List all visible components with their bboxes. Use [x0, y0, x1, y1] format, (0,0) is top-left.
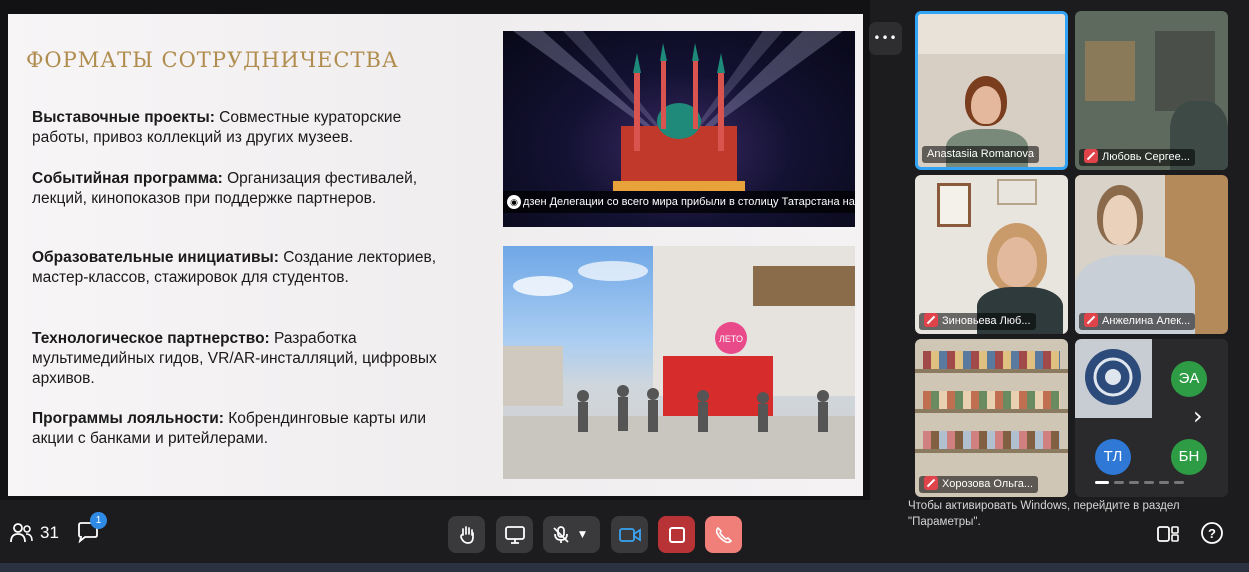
slide-title: ФОРМАТЫ СОТРУДНИЧЕСТВА [26, 48, 399, 72]
wall-frame [997, 179, 1037, 205]
dzen-logo-icon: ◉ [507, 195, 521, 210]
windows-activation-watermark: Чтобы активировать Windows, перейдите в … [908, 498, 1208, 530]
participant-name: Анжелина Алек... [1079, 313, 1196, 330]
format-label: Технологическое партнерство: [32, 330, 270, 347]
share-screen-button[interactable] [496, 516, 533, 553]
wall-frame [937, 183, 971, 227]
shelf-board [915, 449, 1068, 453]
stop-recording-button[interactable] [658, 516, 695, 553]
page-dot [1114, 481, 1124, 484]
shared-screen: ФОРМАТЫ СОТРУДНИЧЕСТВА Выставочные проек… [0, 0, 870, 500]
participant-name-text: Зиновьева Люб... [942, 315, 1031, 327]
participants-count: 31 [40, 523, 59, 542]
festival-photo: ЛЕТО [503, 246, 855, 479]
logo-thumbnail-icon [1085, 349, 1141, 405]
leave-call-button[interactable] [705, 516, 742, 553]
avatar-tile: ЭА ТЛ БН › [1075, 339, 1228, 497]
participant-face [971, 86, 1001, 124]
dolls-row [923, 351, 1060, 369]
participant-name: Любовь Сергее... [1079, 149, 1195, 166]
participant-tile[interactable]: Любовь Сергее... [1075, 11, 1228, 170]
mic-off-icon [1084, 149, 1098, 164]
chat-badge: 1 [90, 512, 107, 529]
mic-muted-icon [553, 525, 569, 543]
hand-icon [459, 525, 474, 544]
participant-avatar[interactable]: БН [1171, 439, 1207, 475]
mic-off-icon [1084, 313, 1098, 328]
photo-caption: ◉ дзен Делегации со всего мира прибыли в … [503, 191, 855, 213]
participants-button[interactable]: 31 [10, 522, 59, 544]
mic-off-icon [924, 313, 938, 328]
caption-source: дзен [523, 196, 547, 208]
format-item: Выставочные проекты: Совместные кураторс… [32, 108, 442, 148]
phone-hangup-icon [715, 526, 732, 543]
presentation-slide: ФОРМАТЫ СОТРУДНИЧЕСТВА Выставочные проек… [8, 14, 863, 496]
chevron-down-icon[interactable]: ▼ [579, 530, 586, 540]
dolls-row [923, 431, 1060, 449]
participant-name-text: Хорозова Ольга... [942, 478, 1034, 490]
shelf-board [915, 409, 1068, 413]
people-icon [10, 523, 33, 543]
format-label: Выставочные проекты: [32, 109, 215, 126]
more-options-button[interactable]: ••• [869, 22, 902, 55]
more-icon: ••• [873, 31, 898, 45]
activation-line: Чтобы активировать Windows, перейдите в … [908, 500, 1180, 512]
participant-tile[interactable]: Anastasiia Romanova [915, 11, 1068, 170]
festival-illustration: ЛЕТО [503, 246, 855, 479]
page-dot [1095, 481, 1109, 484]
participant-name: Хорозова Ольга... [919, 476, 1039, 493]
screen-icon [504, 525, 525, 544]
participant-avatar[interactable]: ЭА [1171, 361, 1207, 397]
format-label: Программы лояльности: [32, 410, 224, 427]
page-dot [1129, 481, 1139, 484]
format-label: Образовательные инициативы: [32, 249, 279, 266]
microphone-button[interactable]: ▼ [543, 516, 600, 553]
format-item: Событийная программа: Организация фестив… [32, 169, 442, 209]
participant-thumbnail[interactable] [1075, 339, 1152, 418]
participant-tile[interactable]: Анжелина Алек... [1075, 175, 1228, 334]
dolls-row [923, 391, 1060, 409]
chat-button[interactable]: 1 [76, 512, 107, 544]
format-item: Образовательные инициативы: Создание лек… [32, 248, 442, 288]
format-item: Технологическое партнерство: Разработка … [32, 329, 442, 389]
activation-line: "Параметры". [908, 516, 981, 528]
participant-name-text: Любовь Сергее... [1102, 151, 1190, 163]
camera-button[interactable] [611, 516, 648, 553]
mic-off-icon [924, 476, 938, 491]
window [1155, 31, 1215, 111]
raise-hand-button[interactable] [448, 516, 485, 553]
shelf [1085, 41, 1135, 101]
participant-name: Зиновьева Люб... [919, 313, 1036, 330]
os-taskbar [0, 563, 1249, 572]
participant-tile[interactable]: Зиновьева Люб... [915, 175, 1068, 334]
page-indicator [1095, 481, 1205, 485]
page-dot [1174, 481, 1184, 484]
svg-text:?: ? [1208, 526, 1216, 541]
participant-avatar[interactable]: ТЛ [1095, 439, 1131, 475]
page-dot [1144, 481, 1154, 484]
participant-name: Anastasiia Romanova [922, 146, 1040, 163]
camera-icon [618, 527, 641, 542]
participant-name-text: Анжелина Алек... [1102, 315, 1191, 327]
participant-face [997, 237, 1037, 287]
festival-sign: ЛЕТО [719, 334, 743, 344]
format-label: Событийная программа: [32, 170, 223, 187]
shelf-board [915, 369, 1068, 373]
next-page-icon[interactable]: › [1193, 402, 1213, 430]
ceiling [918, 14, 1065, 54]
participant-tile[interactable]: Хорозова Ольга... [915, 339, 1068, 497]
format-item: Программы лояльности: Кобрендинговые кар… [32, 409, 442, 449]
page-dot [1159, 481, 1169, 484]
kremlin-photo: ◉ дзен Делегации со всего мира прибыли в … [503, 31, 855, 227]
participant-face [1103, 195, 1137, 245]
caption-text: Делегации со всего мира прибыли в столиц… [549, 196, 855, 208]
stop-icon [668, 526, 685, 543]
